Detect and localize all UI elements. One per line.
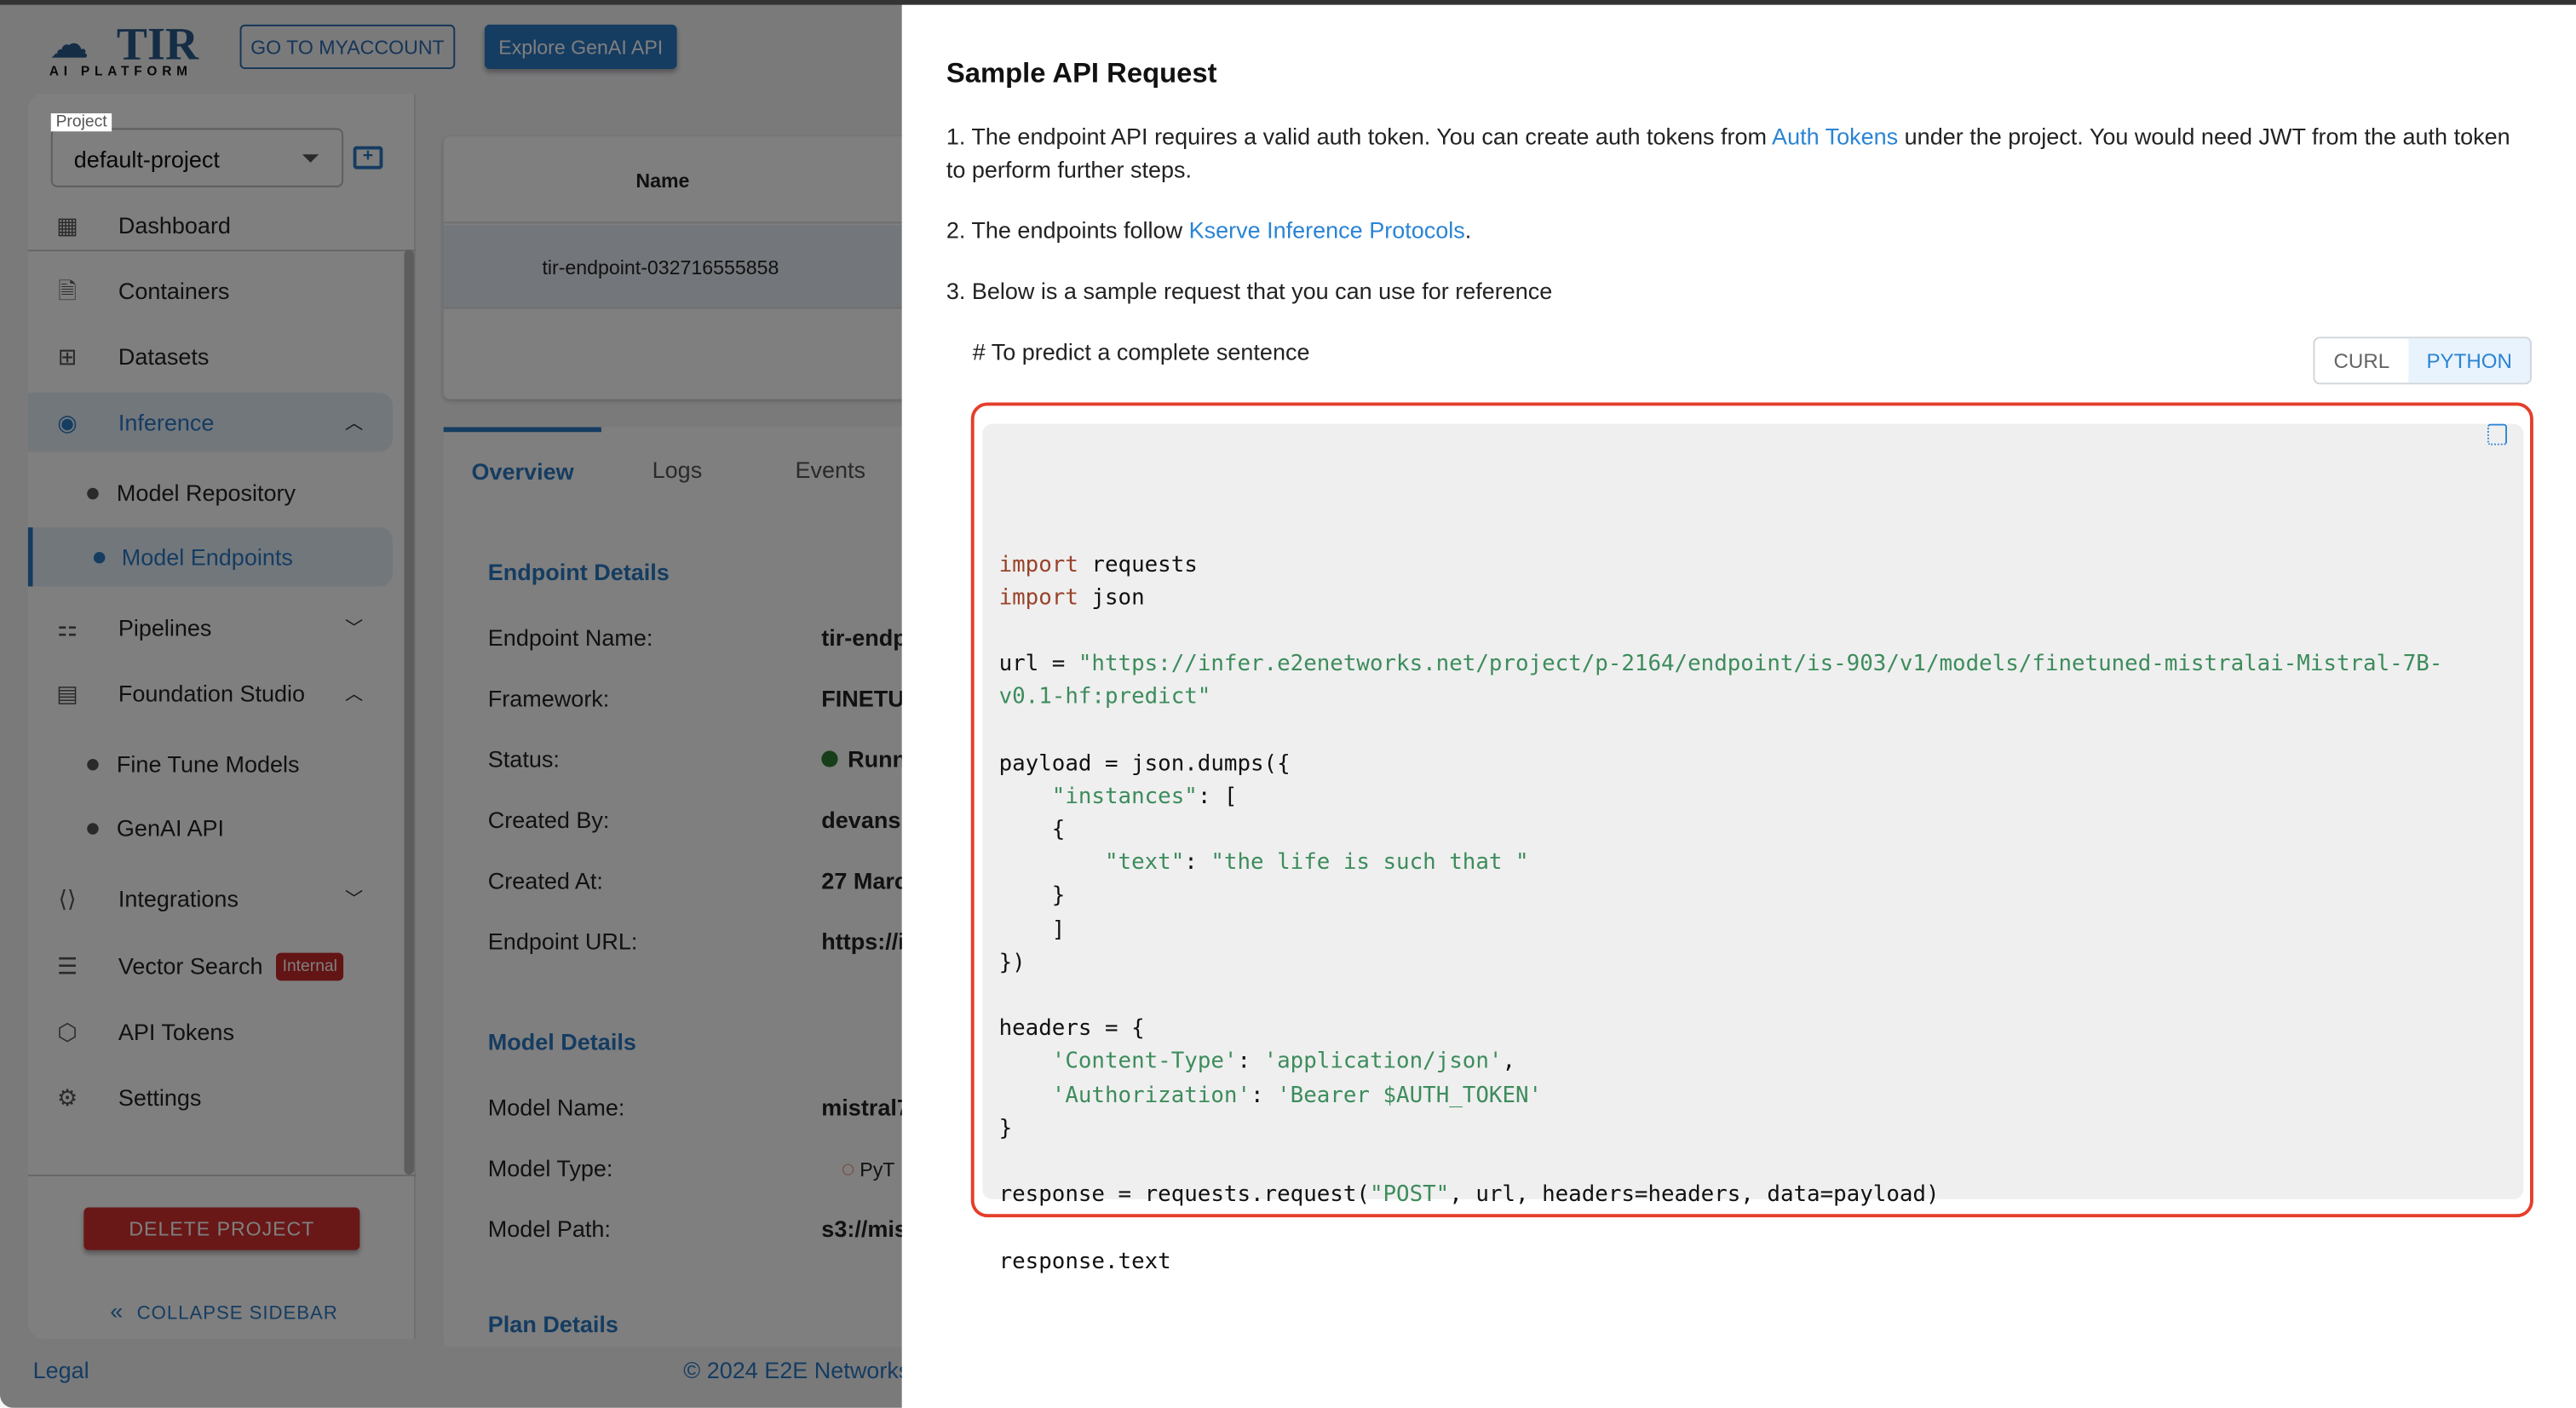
code-token: json — [1078, 586, 1145, 612]
code-token: import — [998, 553, 1078, 578]
code-token: requests — [1078, 553, 1198, 578]
code-token: }) — [998, 951, 1026, 976]
code-token: : — [1237, 1050, 1264, 1076]
code-token: 'Authorization' — [1051, 1083, 1251, 1109]
code-token: } — [998, 1117, 1013, 1141]
python-toggle-button[interactable]: PYTHON — [2408, 338, 2531, 383]
code-token: v0.1-hf:predict" — [998, 685, 1211, 710]
code-line: 'Content-Type': 'application/json', — [999, 1047, 2507, 1080]
code-line: import json — [999, 583, 2507, 616]
code-block-highlight: import requests import json url = "https:/… — [970, 402, 2533, 1274]
code-token: 'application/json' — [1263, 1050, 1503, 1076]
instruction-1: 1. The endpoint API requires a valid aut… — [946, 120, 2532, 186]
code-token: "instances" — [1051, 784, 1198, 810]
code-line: } — [999, 1113, 2507, 1147]
sample-api-request-drawer: Sample API Request 1. The endpoint API r… — [901, 4, 2576, 1408]
code-line: "text": "the life is such that " — [999, 848, 2507, 882]
code-line: response = requests.request("POST", url,… — [999, 1180, 2507, 1213]
code-line: url = "https://infer.e2enetworks.net/pro… — [999, 649, 2507, 682]
code-token: import — [998, 586, 1078, 612]
project-label: Project — [50, 113, 112, 132]
kserve-protocols-link[interactable]: Kserve Inference Protocols — [1189, 217, 1465, 244]
code-token: "text" — [1104, 851, 1185, 876]
instruction-2: 2. The endpoints follow Kserve Inference… — [946, 214, 2532, 247]
code-token: 'Bearer $AUTH_TOKEN' — [1277, 1083, 1543, 1109]
modal-backdrop[interactable] — [0, 4, 902, 1408]
code-token: url = — [998, 652, 1078, 677]
code-line: } — [999, 882, 2507, 915]
code-token: : — [1251, 1083, 1278, 1109]
code-line: headers = { — [999, 1014, 2507, 1047]
code-token: { — [998, 818, 1066, 843]
code-token: "POST" — [1369, 1182, 1450, 1208]
code-line: ] — [999, 915, 2507, 948]
code-line: import requests — [999, 549, 2507, 583]
code-line: v0.1-hf:predict" — [999, 682, 2507, 715]
code-token: ] — [998, 917, 1066, 943]
code-token: response.text — [998, 1249, 1171, 1274]
code-token: headers = { — [998, 1017, 1145, 1043]
language-toggle: CURL PYTHON — [2313, 336, 2532, 385]
code-token: : [ — [1197, 784, 1238, 810]
text: . — [1464, 216, 1472, 244]
code-block: import requests import json url = "https:/… — [982, 423, 2524, 1274]
copy-icon[interactable] — [2487, 423, 2508, 445]
curl-toggle-button[interactable]: CURL — [2314, 338, 2408, 382]
code-line: { — [999, 815, 2507, 848]
code-token: 'Content-Type' — [1051, 1050, 1238, 1076]
code-token: response = requests.request( — [998, 1182, 1370, 1208]
code-hint: # To predict a complete sentence — [972, 338, 1310, 365]
code-token: , url, headers=headers, data=payload) — [1449, 1182, 1940, 1208]
text: 2. The endpoints follow — [946, 216, 1189, 244]
code-line: payload = json.dumps({ — [999, 749, 2507, 782]
drawer-title: Sample API Request — [946, 57, 1217, 89]
code-line: "instances": [ — [999, 782, 2507, 815]
code-line: 'Authorization': 'Bearer $AUTH_TOKEN' — [999, 1080, 2507, 1113]
code-token: payload = json.dumps({ — [998, 751, 1291, 777]
code-line: response.text — [999, 1246, 2507, 1279]
code-token: "https://infer.e2enetworks.net/project/p… — [1078, 652, 2443, 677]
text: 1. The endpoint API requires a valid aut… — [946, 123, 1773, 150]
code-token: : — [1184, 851, 1211, 876]
code-token: } — [998, 884, 1066, 910]
auth-tokens-link[interactable]: Auth Tokens — [1772, 124, 1898, 150]
instruction-3: 3. Below is a sample request that you ca… — [946, 277, 1553, 304]
code-line: }) — [999, 948, 2507, 981]
code-token: , — [1502, 1050, 1516, 1076]
code-token: "the life is such that " — [1210, 851, 1529, 876]
